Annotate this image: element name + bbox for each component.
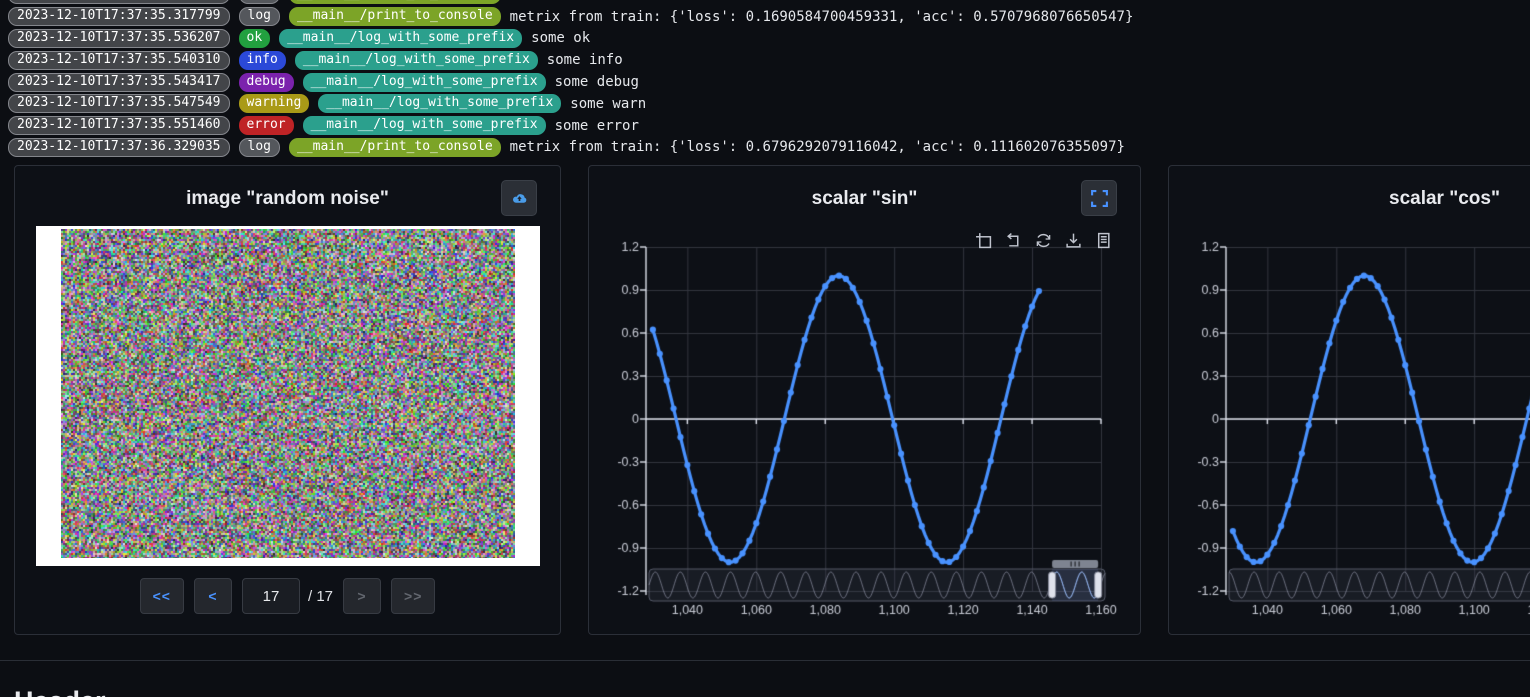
cloud-upload-icon <box>511 190 528 207</box>
log-message: some warn <box>570 96 646 112</box>
log-module-badge: __main__/log_with_some_prefix <box>318 94 561 113</box>
fullscreen-icon <box>1090 189 1109 208</box>
log-level-badge: log <box>239 0 280 4</box>
cos-chart[interactable] <box>1169 166 1530 636</box>
sin-chart-toolbar <box>975 232 1112 249</box>
next-section-heading: Header <box>14 686 106 697</box>
zoom-select-icon[interactable] <box>975 232 992 249</box>
log-message: some info <box>547 52 623 68</box>
log-timestamp-badge: 2023-12-10T17:37:35.551460 <box>8 116 230 135</box>
sin-chart-panel: scalar "sin" <box>588 165 1141 635</box>
log-module-badge: __main__/print_to_console <box>289 138 501 157</box>
image-panel: image "random noise" << < / 17 > >> <box>14 165 561 635</box>
random-noise-image <box>61 229 515 558</box>
log-timestamp-badge: 2023-12-10T17:37:35.540310 <box>8 51 230 70</box>
log-row: 2023-12-10T17:37:35.317799 log __main__/… <box>8 6 1530 28</box>
log-level-badge: warning <box>239 94 310 113</box>
data-view-icon[interactable] <box>1095 232 1112 249</box>
log-timestamp-badge: 2023-12-10T17:37:36.329035 <box>8 138 230 157</box>
first-page-button[interactable]: << <box>140 578 184 614</box>
log-message: metrix from train: {'loss': 0.1690584700… <box>510 9 1134 25</box>
page-total-label: / 17 <box>308 588 333 605</box>
log-level-badge: debug <box>239 73 294 92</box>
image-pagination: << < / 17 > >> <box>15 578 560 614</box>
log-level-badge: log <box>239 138 280 157</box>
last-page-button[interactable]: >> <box>391 578 435 614</box>
cos-chart-title: scalar "cos" <box>1169 188 1530 210</box>
log-level-badge: log <box>239 7 280 26</box>
image-download-button[interactable] <box>501 180 537 216</box>
log-module-badge: __main__/print_to_console <box>289 0 501 4</box>
next-page-button[interactable]: > <box>343 578 381 614</box>
log-level-badge: error <box>239 116 294 135</box>
log-timestamp-badge: 2023-12-10T17:37:35.536207 <box>8 29 230 48</box>
log-module-badge: __main__/log_with_some_prefix <box>303 116 546 135</box>
log-timestamp-badge: 2023-12-10T17:37:35.317799 <box>8 0 230 4</box>
log-level-badge: info <box>239 51 286 70</box>
log-timestamp-badge: 2023-12-10T17:37:35.547549 <box>8 94 230 113</box>
page-number-input[interactable] <box>242 578 300 614</box>
prev-page-button[interactable]: < <box>194 578 232 614</box>
restore-icon[interactable] <box>1035 232 1052 249</box>
log-module-badge: __main__/log_with_some_prefix <box>279 29 522 48</box>
cos-chart-panel: scalar "cos" <box>1168 165 1530 635</box>
noise-image-frame <box>36 226 540 566</box>
log-message: metrix from train: {'loss': 0.6796292079… <box>510 139 1125 155</box>
log-module-badge: __main__/print_to_console <box>289 7 501 26</box>
log-row: 2023-12-10T17:37:35.543417 debug __main_… <box>8 71 1530 93</box>
image-panel-title: image "random noise" <box>15 188 560 210</box>
sin-chart-title: scalar "sin" <box>589 188 1140 210</box>
log-row: 2023-12-10T17:37:35.547549 warning __mai… <box>8 93 1530 115</box>
log-timestamp-badge: 2023-12-10T17:37:35.543417 <box>8 73 230 92</box>
sin-fullscreen-button[interactable] <box>1081 180 1117 216</box>
log-message: some ok <box>531 30 590 46</box>
log-row: 2023-12-10T17:37:35.540310 info __main__… <box>8 49 1530 71</box>
log-module-badge: __main__/log_with_some_prefix <box>295 51 538 70</box>
zoom-reset-icon[interactable] <box>1005 232 1022 249</box>
log-row: 2023-12-10T17:37:36.329035 log __main__/… <box>8 137 1530 159</box>
log-message: some debug <box>555 74 639 90</box>
section-divider <box>0 660 1530 661</box>
log-level-badge: ok <box>239 29 271 48</box>
log-message: some error <box>555 118 639 134</box>
save-image-icon[interactable] <box>1065 232 1082 249</box>
log-row: 2023-12-10T17:37:35.551460 error __main_… <box>8 115 1530 137</box>
log-module-badge: __main__/log_with_some_prefix <box>303 73 546 92</box>
log-console: 2023-12-10T17:37:35.317799 log __main__/… <box>8 0 1530 158</box>
log-timestamp-badge: 2023-12-10T17:37:35.317799 <box>8 7 230 26</box>
log-row: 2023-12-10T17:37:35.536207 ok __main__/l… <box>8 28 1530 50</box>
